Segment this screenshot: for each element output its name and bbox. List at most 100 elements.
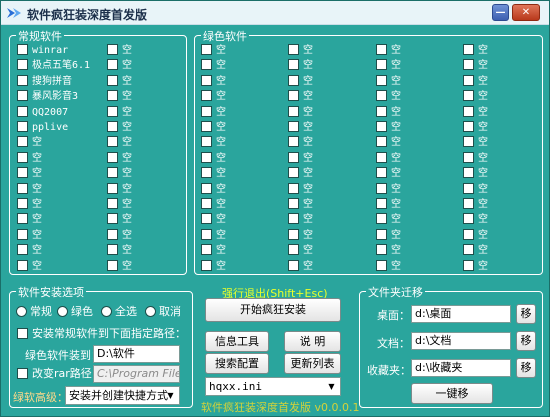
one-key-migrate-button[interactable]: 一键移	[411, 383, 493, 404]
checkbox-box[interactable]	[201, 167, 212, 179]
checkbox-box[interactable]	[288, 228, 299, 240]
radio-select-all[interactable]: 全选	[101, 305, 137, 319]
green-software-item-checkbox[interactable]: 空	[376, 44, 401, 58]
common-software-item-checkbox[interactable]: QQ2007	[17, 105, 68, 120]
green-software-item-checkbox[interactable]: 空	[288, 213, 313, 227]
green-software-item-checkbox[interactable]: 空	[463, 198, 488, 212]
green-software-item-checkbox[interactable]: 空	[376, 59, 401, 73]
checkbox-box[interactable]	[201, 213, 212, 225]
checkbox-box[interactable]	[288, 259, 299, 271]
checkbox-box[interactable]	[107, 182, 118, 194]
green-software-item-checkbox[interactable]: 空	[463, 213, 488, 227]
green-software-item-checkbox[interactable]: 空	[463, 182, 488, 197]
green-software-item-checkbox[interactable]: 空	[201, 105, 226, 120]
green-software-item-checkbox[interactable]: 空	[201, 213, 226, 227]
green-software-item-checkbox[interactable]: 空	[463, 90, 488, 104]
green-software-item-checkbox[interactable]: 空	[288, 182, 313, 197]
green-software-item-checkbox[interactable]: 空	[201, 198, 226, 212]
checkbox-box[interactable]	[201, 121, 212, 132]
search-config-button[interactable]: 搜索配置	[205, 353, 269, 374]
green-software-item-checkbox[interactable]: 空	[201, 121, 226, 135]
help-button[interactable]: 说 明	[284, 331, 341, 352]
green-software-item-checkbox[interactable]: 空	[463, 244, 488, 258]
common-software-item-checkbox[interactable]: 空	[107, 105, 132, 120]
checkbox-box[interactable]	[17, 198, 28, 209]
migrate-input-favorites[interactable]: d:\收藏夹	[411, 359, 511, 377]
checkbox-box[interactable]	[201, 59, 212, 71]
checkbox-box[interactable]	[107, 228, 118, 240]
checkbox-box[interactable]	[463, 259, 474, 271]
checkbox-box[interactable]	[376, 105, 387, 117]
green-software-item-checkbox[interactable]: 空	[376, 90, 401, 104]
checkbox-box[interactable]	[288, 121, 299, 132]
checkbox-box[interactable]	[201, 244, 212, 256]
checkbox-box[interactable]	[107, 136, 118, 148]
green-software-item-checkbox[interactable]: 空	[201, 167, 226, 181]
green-software-item-checkbox[interactable]: 空	[288, 90, 313, 104]
green-software-item-checkbox[interactable]: 空	[288, 228, 313, 243]
common-software-item-checkbox[interactable]: 空	[107, 151, 132, 166]
checkbox-box[interactable]	[463, 167, 474, 179]
green-software-item-checkbox[interactable]: 空	[376, 105, 401, 120]
green-software-item-checkbox[interactable]: 空	[201, 44, 226, 58]
green-software-item-checkbox[interactable]: 空	[463, 228, 488, 243]
checkbox-box[interactable]	[376, 59, 387, 71]
common-software-item-checkbox[interactable]: pplive	[17, 121, 68, 135]
checkbox-box[interactable]	[107, 198, 118, 209]
migrate-input-desktop[interactable]: d:\桌面	[411, 305, 511, 323]
install-to-path-checkbox[interactable]: 安装常规软件到下面指定路径：	[17, 327, 186, 341]
checkbox-box[interactable]	[463, 136, 474, 148]
common-software-item-checkbox[interactable]: 空	[107, 228, 132, 243]
checkbox-box[interactable]	[201, 44, 212, 55]
green-software-item-checkbox[interactable]: 空	[463, 151, 488, 166]
common-software-item-checkbox[interactable]: 搜狗拼音	[17, 74, 72, 89]
green-software-item-checkbox[interactable]: 空	[288, 59, 313, 73]
checkbox-box[interactable]	[17, 213, 28, 225]
checkbox-box[interactable]	[201, 228, 212, 240]
checkbox-box[interactable]	[463, 105, 474, 117]
common-software-item-checkbox[interactable]: 空	[17, 182, 42, 197]
green-software-item-checkbox[interactable]: 空	[201, 244, 226, 258]
checkbox-box[interactable]	[288, 244, 299, 256]
green-software-item-checkbox[interactable]: 空	[376, 213, 401, 227]
checkbox-box[interactable]	[17, 44, 28, 55]
green-software-item-checkbox[interactable]: 空	[376, 228, 401, 243]
green-software-item-checkbox[interactable]: 空	[288, 244, 313, 258]
checkbox-box[interactable]	[17, 368, 28, 379]
checkbox-box[interactable]	[201, 105, 212, 117]
checkbox-box[interactable]	[201, 151, 212, 163]
checkbox-box[interactable]	[376, 213, 387, 225]
checkbox-box[interactable]	[376, 121, 387, 132]
checkbox-box[interactable]	[17, 105, 28, 117]
common-software-item-checkbox[interactable]: 空	[17, 198, 42, 212]
checkbox-box[interactable]	[17, 328, 28, 339]
checkbox-box[interactable]	[17, 74, 28, 86]
common-software-item-checkbox[interactable]: 空	[107, 59, 132, 73]
green-software-item-checkbox[interactable]: 空	[288, 105, 313, 120]
info-tools-button[interactable]: 信息工具	[205, 331, 269, 352]
common-software-item-checkbox[interactable]: 空	[107, 44, 132, 58]
checkbox-box[interactable]	[17, 244, 28, 256]
green-software-item-checkbox[interactable]: 空	[288, 44, 313, 58]
common-software-item-checkbox[interactable]: 暴风影音3	[17, 90, 78, 104]
common-software-item-checkbox[interactable]: 空	[17, 244, 42, 258]
green-software-item-checkbox[interactable]: 空	[463, 105, 488, 120]
checkbox-box[interactable]	[107, 259, 118, 271]
common-software-item-checkbox[interactable]: 空	[107, 90, 132, 104]
green-software-item-checkbox[interactable]: 空	[463, 121, 488, 135]
radio-green[interactable]: 绿色	[57, 305, 93, 319]
common-software-item-checkbox[interactable]: 极点五笔6.1	[17, 59, 90, 73]
common-software-item-checkbox[interactable]: 空	[17, 151, 42, 166]
checkbox-box[interactable]	[201, 74, 212, 86]
common-software-item-checkbox[interactable]: 空	[17, 136, 42, 150]
green-software-item-checkbox[interactable]: 空	[288, 151, 313, 166]
checkbox-box[interactable]	[376, 90, 387, 102]
dropdown-arrow-icon[interactable]: ▼	[325, 380, 338, 393]
common-software-item-checkbox[interactable]: 空	[107, 244, 132, 258]
green-software-item-checkbox[interactable]: 空	[463, 136, 488, 150]
common-software-item-checkbox[interactable]: 空	[17, 228, 42, 243]
checkbox-box[interactable]	[463, 44, 474, 55]
checkbox-box[interactable]	[288, 213, 299, 225]
checkbox-box[interactable]	[463, 151, 474, 163]
checkbox-box[interactable]	[376, 228, 387, 240]
